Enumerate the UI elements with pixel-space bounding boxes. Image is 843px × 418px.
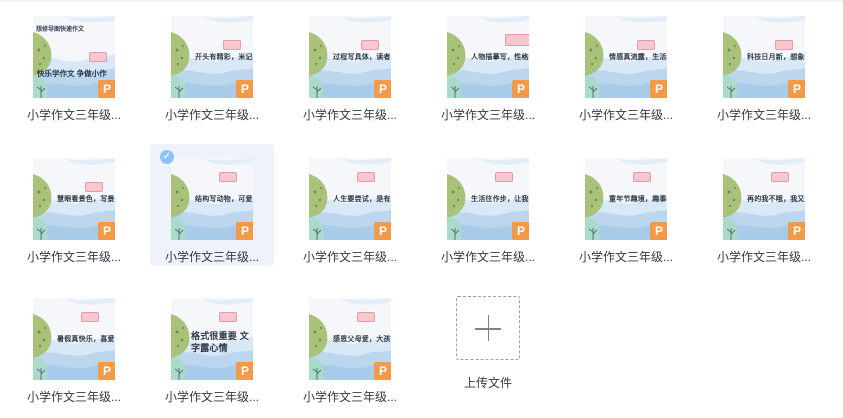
slide-title: 暑假真快乐，喜爱写 <box>57 336 115 343</box>
file-item[interactable]: 慧眼看景色，写景要 P 小学作文三年级... <box>12 144 136 266</box>
slide-tag <box>771 172 789 182</box>
file-item[interactable]: 再的我不哦，我又 P 小学作文三年级... <box>702 144 826 266</box>
file-item[interactable]: 人物描摹写，性格鲜 P 小学作文三年级... <box>426 2 550 124</box>
slide-title: 人生要尝试，是有所 <box>333 196 391 203</box>
slide-tag <box>81 312 99 322</box>
file-thumbnail[interactable]: 感恩父母爱，大孩 P <box>309 298 391 380</box>
slide-tag <box>637 40 655 50</box>
slide-title: 开头有精彩，米记梯 <box>195 54 253 61</box>
file-thumbnail[interactable]: 慧眼看景色，写景要 P <box>33 158 115 240</box>
slide-title: 人物描摹写，性格鲜 <box>471 54 529 61</box>
file-name[interactable]: 小学作文三年级... <box>12 106 136 123</box>
ppt-file-icon: P <box>788 80 805 98</box>
file-name[interactable]: 小学作文三年级... <box>12 388 136 405</box>
file-name[interactable]: 小学作文三年级... <box>150 248 274 265</box>
slide-tag <box>633 172 651 182</box>
file-thumbnail[interactable]: 结构写动物，可爱又 P <box>171 158 253 240</box>
slide-tag <box>357 312 375 322</box>
slide-tag <box>89 52 107 62</box>
file-thumbnail[interactable]: 过程写具体，读者刚 P <box>309 16 391 98</box>
slide-tag <box>223 40 241 50</box>
file-item[interactable]: 人生要尝试，是有所 P 小学作文三年级... <box>288 144 412 266</box>
file-thumbnail[interactable]: 情感真流露，生活化 P <box>585 16 667 98</box>
ppt-file-icon: P <box>236 362 253 380</box>
slide-tag <box>219 172 237 182</box>
slide-title: 结构写动物，可爱又 <box>195 196 253 203</box>
file-name[interactable]: 小学作文三年级... <box>150 106 274 123</box>
file-name[interactable]: 小学作文三年级... <box>426 248 550 265</box>
slide-title: 慧眼看景色，写景要 <box>57 196 115 203</box>
ppt-file-icon: P <box>512 80 529 98</box>
file-name[interactable]: 小学作文三年级... <box>426 106 550 123</box>
ppt-file-icon: P <box>374 222 391 240</box>
file-name[interactable]: 小学作文三年级... <box>288 106 412 123</box>
file-item[interactable]: 过程写具体，读者刚 P 小学作文三年级... <box>288 2 412 124</box>
file-item[interactable]: 童年节趣境，趣事一 P 小学作文三年级... <box>564 144 688 266</box>
file-item[interactable]: 感恩父母爱，大孩 P 小学作文三年级... <box>288 284 412 406</box>
slide-tag <box>357 172 375 182</box>
slide-title: 童年节趣境，趣事一 <box>609 196 667 203</box>
file-thumbnail[interactable]: 想修导图快速作文快乐学作文 争做小作 P <box>33 16 115 98</box>
file-thumbnail[interactable]: 童年节趣境，趣事一 P <box>585 158 667 240</box>
upload-file-button[interactable]: 上传文件 <box>426 284 550 406</box>
file-thumbnail[interactable]: 生活往作步，让我一 P <box>447 158 529 240</box>
file-thumbnail[interactable]: 再的我不哦，我又 P <box>723 158 805 240</box>
slide-tag <box>775 40 793 50</box>
ppt-file-icon: P <box>512 222 529 240</box>
ppt-file-icon: P <box>788 222 805 240</box>
file-name[interactable]: 小学作文三年级... <box>288 388 412 405</box>
slide-title: 情感真流露，生活化 <box>609 54 667 61</box>
ppt-file-icon: P <box>374 80 391 98</box>
selected-check-icon[interactable]: ✓ <box>160 150 174 164</box>
upload-dropzone[interactable] <box>456 296 520 360</box>
file-item[interactable]: 生活往作步，让我一 P 小学作文三年级... <box>426 144 550 266</box>
upload-label: 上传文件 <box>463 376 512 390</box>
file-item[interactable]: 开头有精彩，米记梯 P 小学作文三年级... <box>150 2 274 124</box>
file-item[interactable]: 科技日月新，想象新 P 小学作文三年级... <box>702 2 826 124</box>
slide-title: 快乐学作文 争做小作 <box>37 69 107 78</box>
slide-tag <box>505 34 529 46</box>
slide-tag <box>495 172 513 182</box>
file-item[interactable]: 格式很重要 文字露心情 P 小学作文三年级... <box>150 284 274 406</box>
slide-subtitle: 想修导图快速作文 <box>36 27 85 33</box>
ppt-file-icon: P <box>650 222 667 240</box>
file-name[interactable]: 小学作文三年级... <box>12 248 136 265</box>
file-thumbnail[interactable]: 人生要尝试，是有所 P <box>309 158 391 240</box>
file-item[interactable]: 结构写动物，可爱又 P ✓ 小学作文三年级... <box>150 144 274 266</box>
slide-title: 过程写具体，读者刚 <box>333 54 391 61</box>
file-name[interactable]: 小学作文三年级... <box>564 248 688 265</box>
file-item[interactable]: 想修导图快速作文快乐学作文 争做小作 P 小学作文三年级... <box>12 2 136 124</box>
slide-title: 格式很重要 文字露心情 <box>191 331 249 353</box>
plus-icon-vertical <box>487 315 489 341</box>
file-name[interactable]: 小学作文三年级... <box>702 106 826 123</box>
file-thumbnail[interactable]: 暑假真快乐，喜爱写 P <box>33 298 115 380</box>
slide-tag <box>361 40 379 50</box>
ppt-file-icon: P <box>98 222 115 240</box>
ppt-file-icon: P <box>98 362 115 380</box>
slide-title: 科技日月新，想象新 <box>747 54 805 61</box>
slide-title: 感恩父母爱，大孩 <box>333 336 391 343</box>
file-name[interactable]: 小学作文三年级... <box>564 106 688 123</box>
ppt-file-icon: P <box>236 222 253 240</box>
ppt-file-icon: P <box>650 80 667 98</box>
ppt-file-icon: P <box>236 80 253 98</box>
file-thumbnail[interactable]: 人物描摹写，性格鲜 P <box>447 16 529 98</box>
file-name[interactable]: 小学作文三年级... <box>702 248 826 265</box>
file-grid: 想修导图快速作文快乐学作文 争做小作 P 小学作文三年级... 开头有精彩，米记梯 P… <box>0 0 843 418</box>
file-name[interactable]: 小学作文三年级... <box>288 248 412 265</box>
file-item[interactable]: 暑假真快乐，喜爱写 P 小学作文三年级... <box>12 284 136 406</box>
ppt-file-icon: P <box>98 80 115 98</box>
slide-title: 再的我不哦，我又 <box>747 196 805 203</box>
file-thumbnail[interactable]: 科技日月新，想象新 P <box>723 16 805 98</box>
ppt-file-icon: P <box>374 362 391 380</box>
slide-title: 生活往作步，让我一 <box>471 196 529 203</box>
file-item[interactable]: 情感真流露，生活化 P 小学作文三年级... <box>564 2 688 124</box>
slide-tag <box>85 182 103 192</box>
file-name[interactable]: 小学作文三年级... <box>150 388 274 405</box>
slide-tag <box>219 312 237 322</box>
file-thumbnail[interactable]: 开头有精彩，米记梯 P <box>171 16 253 98</box>
file-thumbnail[interactable]: 格式很重要 文字露心情 P <box>171 298 253 380</box>
